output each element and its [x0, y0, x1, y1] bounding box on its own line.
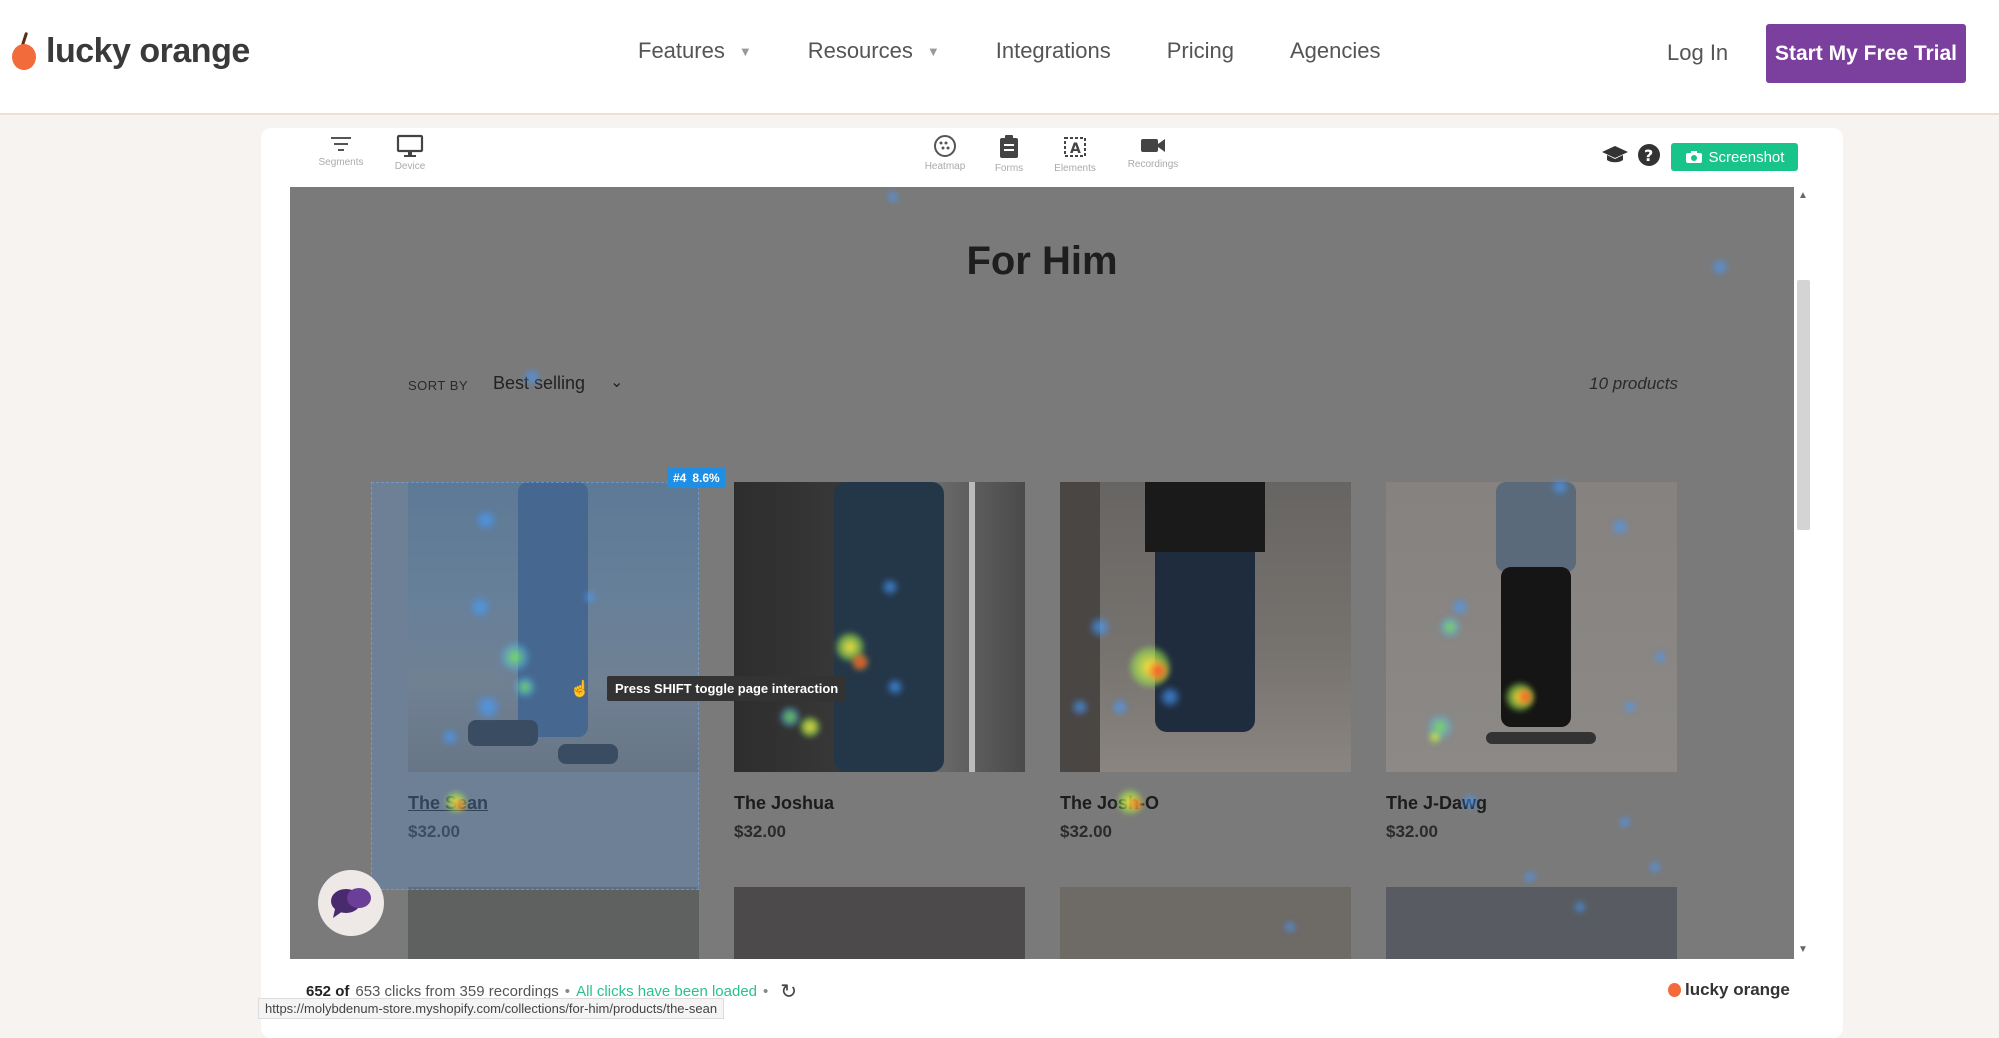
- product-card[interactable]: The Josh-O $32.00: [1060, 482, 1351, 842]
- nav-integrations[interactable]: Integrations: [996, 38, 1111, 64]
- product-image: [1060, 482, 1351, 772]
- nav-features[interactable]: Features ▼: [638, 38, 752, 64]
- orange-fruit-icon: [1668, 983, 1681, 997]
- elements-tool[interactable]: A Elements: [1040, 134, 1110, 174]
- product-card[interactable]: The Joshua $32.00: [734, 482, 1025, 842]
- heat-spot: [1524, 871, 1536, 883]
- product-name[interactable]: The J-Dawg: [1386, 793, 1677, 814]
- heatmap-label: Heatmap: [924, 161, 966, 172]
- product-name[interactable]: The Josh-O: [1060, 793, 1351, 814]
- graduation-cap-icon: [1602, 146, 1628, 163]
- device-label: Device: [394, 161, 426, 172]
- monitor-icon: [396, 134, 424, 157]
- start-free-trial-button[interactable]: Start My Free Trial: [1766, 24, 1966, 83]
- footer-logo-text: lucky orange: [1685, 980, 1790, 999]
- rank-label: #4: [673, 471, 687, 485]
- svg-text:?: ?: [1644, 146, 1653, 165]
- camera-icon: [1685, 151, 1702, 163]
- separator: •: [763, 983, 769, 1000]
- device-button[interactable]: Device: [375, 134, 445, 172]
- academy-button[interactable]: [1601, 143, 1629, 165]
- viewport-scrollbar[interactable]: ▲ ▼: [1794, 187, 1812, 959]
- sort-select[interactable]: Best selling: [493, 373, 585, 394]
- product-price: $32.00: [1386, 822, 1438, 841]
- caret-down-icon: ▼: [926, 43, 940, 59]
- heat-spot: [1649, 861, 1661, 873]
- forms-label: Forms: [994, 163, 1024, 174]
- nav-resources[interactable]: Resources ▼: [808, 38, 940, 64]
- interaction-tooltip: Press SHIFT toggle page interaction: [607, 676, 847, 701]
- screenshot-label: Screenshot: [1708, 148, 1785, 166]
- segments-label: Segments: [318, 157, 364, 168]
- refresh-icon[interactable]: ↻: [780, 979, 797, 1004]
- chevron-down-icon: ⌄: [610, 374, 624, 391]
- element-select-icon: A: [1064, 137, 1086, 157]
- help-icon: ?: [1638, 144, 1660, 166]
- hand-cursor-icon: ☝: [570, 681, 590, 698]
- product-image: [734, 482, 1025, 772]
- scroll-up-icon[interactable]: ▲: [1798, 190, 1808, 201]
- product-count: 10 products: [1589, 374, 1678, 393]
- product-card[interactable]: [408, 887, 699, 959]
- product-card[interactable]: [1386, 887, 1677, 959]
- caret-down-icon: ▼: [738, 43, 752, 59]
- chat-button[interactable]: [318, 870, 384, 936]
- product-card[interactable]: The J-Dawg $32.00: [1386, 482, 1677, 842]
- product-price: $32.00: [734, 822, 786, 841]
- help-button[interactable]: ?: [1637, 143, 1661, 167]
- recordings-label: Recordings: [1127, 159, 1179, 170]
- product-name[interactable]: The Joshua: [734, 793, 1025, 814]
- screenshot-button[interactable]: Screenshot: [1671, 143, 1798, 171]
- product-card[interactable]: [1060, 887, 1351, 959]
- nav-resources-label: Resources: [807, 38, 913, 63]
- forms-tool[interactable]: Forms: [974, 134, 1044, 174]
- nav-features-label: Features: [638, 38, 725, 63]
- status-bar-url: https://molybdenum-store.myshopify.com/c…: [258, 998, 725, 1019]
- product-card[interactable]: [734, 887, 1025, 959]
- product-image: [1386, 482, 1677, 772]
- filter-lines-icon: [331, 137, 351, 151]
- footer-logo: lucky orange: [1668, 980, 1790, 1000]
- main-nav: Features ▼ Resources ▼ Integrations Pric…: [638, 38, 1436, 64]
- scrollbar-thumb[interactable]: [1797, 280, 1810, 530]
- percent-label: 8.6%: [692, 471, 720, 485]
- scroll-down-icon[interactable]: ▼: [1798, 944, 1808, 955]
- orange-fruit-icon: [12, 30, 38, 72]
- elements-label: Elements: [1054, 163, 1096, 174]
- page-title: For Him: [966, 239, 1118, 283]
- chat-bubbles-icon: [331, 888, 371, 918]
- heat-spot: [887, 191, 899, 203]
- heatmap-tool[interactable]: Heatmap: [910, 134, 980, 172]
- nav-agencies[interactable]: Agencies: [1290, 38, 1381, 64]
- heatmap-icon: [934, 135, 956, 157]
- logo-text: lucky orange: [46, 31, 250, 70]
- lucky-orange-logo[interactable]: lucky orange: [12, 30, 250, 72]
- nav-pricing[interactable]: Pricing: [1167, 38, 1234, 64]
- clipboard-icon: [1000, 135, 1018, 158]
- video-camera-icon: [1141, 139, 1165, 152]
- click-rank-badge: #4 8.6%: [667, 468, 726, 488]
- site-preview-viewport[interactable]: For Him SORT BY Best selling ⌄ 10 produc…: [290, 187, 1794, 959]
- svg-text:A: A: [1070, 141, 1081, 157]
- segments-button[interactable]: Segments: [306, 134, 376, 168]
- login-link[interactable]: Log In: [1667, 40, 1728, 66]
- sort-label: SORT BY: [408, 378, 469, 393]
- site-header: lucky orange Features ▼ Resources ▼ Inte…: [0, 0, 1999, 115]
- product-price: $32.00: [1060, 822, 1112, 841]
- recordings-tool[interactable]: Recordings: [1118, 134, 1188, 170]
